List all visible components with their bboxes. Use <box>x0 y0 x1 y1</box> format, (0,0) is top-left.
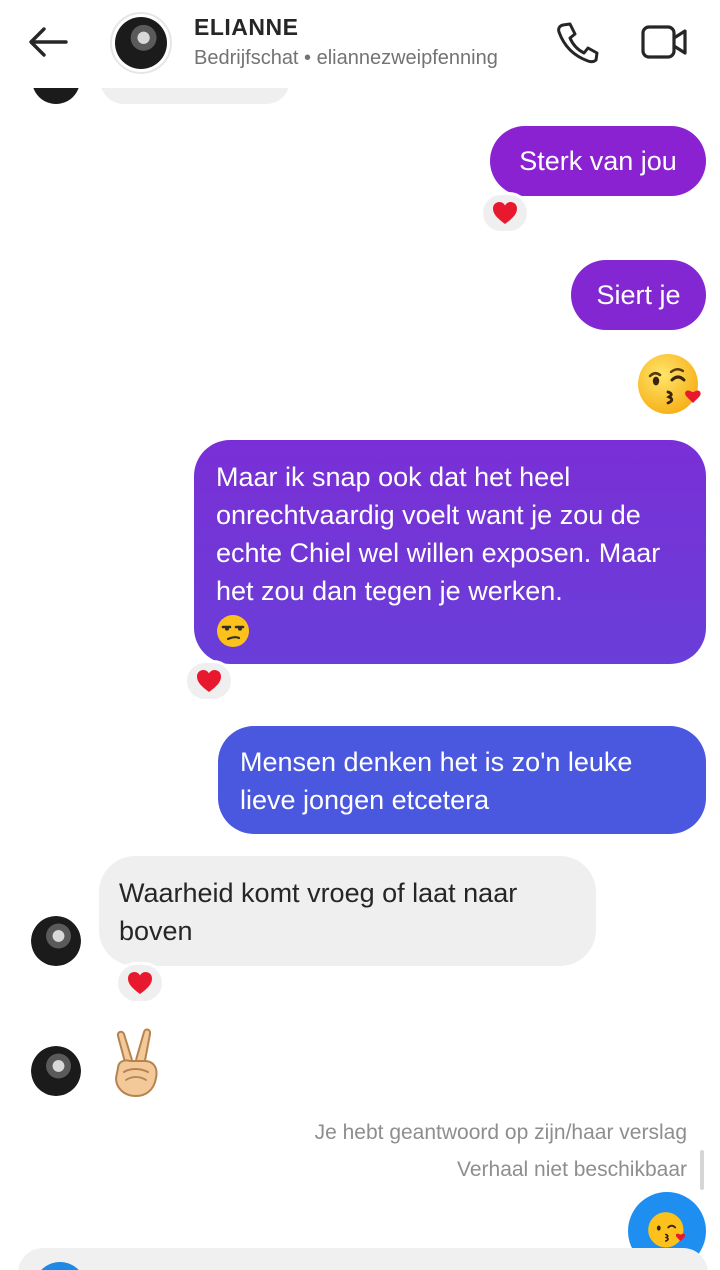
message-bubble-sent[interactable]: Sterk van jou <box>490 126 706 196</box>
red-heart-icon <box>197 670 221 692</box>
contact-name[interactable]: ELIANNE <box>194 14 298 41</box>
story-unavailable-status: Verhaal niet beschikbaar <box>457 1158 687 1181</box>
red-heart-icon <box>128 972 152 994</box>
message-bubble-sent[interactable]: Mensen denken het is zo'n leuke lieve jo… <box>218 726 706 834</box>
video-camera-icon <box>641 25 687 59</box>
arrow-left-icon <box>29 27 68 57</box>
message-bubble-received[interactable]: Waarheid komt vroeg of laat naar boven <box>99 856 596 966</box>
unamused-face-icon <box>217 614 249 647</box>
story-reply-status: Je hebt geantwoord op zijn/haar verslag <box>314 1121 687 1144</box>
contact-avatar-small[interactable] <box>31 1046 81 1096</box>
contact-avatar[interactable] <box>110 12 172 74</box>
red-heart-icon <box>493 202 517 224</box>
face-blowing-kiss-icon[interactable] <box>636 352 704 420</box>
back-button[interactable] <box>24 22 72 62</box>
reaction-heart[interactable] <box>480 192 530 234</box>
audio-call-button[interactable] <box>554 20 600 64</box>
scrollbar[interactable] <box>700 1150 704 1190</box>
reaction-heart[interactable] <box>115 962 165 1004</box>
message-composer[interactable] <box>18 1248 708 1270</box>
contact-avatar-small[interactable] <box>31 916 81 966</box>
reaction-heart[interactable] <box>184 660 234 702</box>
contact-subtitle: Bedrijfschat • eliannezweipfenning <box>194 47 498 69</box>
video-call-button[interactable] <box>640 22 688 62</box>
message-text: Maar ik snap ook dat het heel onrechtvaa… <box>216 462 661 606</box>
message-bubble-sent[interactable]: Maar ik snap ook dat het heel onrechtvaa… <box>194 440 706 664</box>
victory-hand-icon[interactable] <box>108 1028 164 1098</box>
face-blowing-kiss-icon <box>648 1212 686 1248</box>
chat-header: ELIANNE Bedrijfschat • eliannezweipfenni… <box>0 0 720 88</box>
message-bubble-sent[interactable]: Siert je <box>571 260 706 330</box>
phone-icon <box>557 22 599 64</box>
